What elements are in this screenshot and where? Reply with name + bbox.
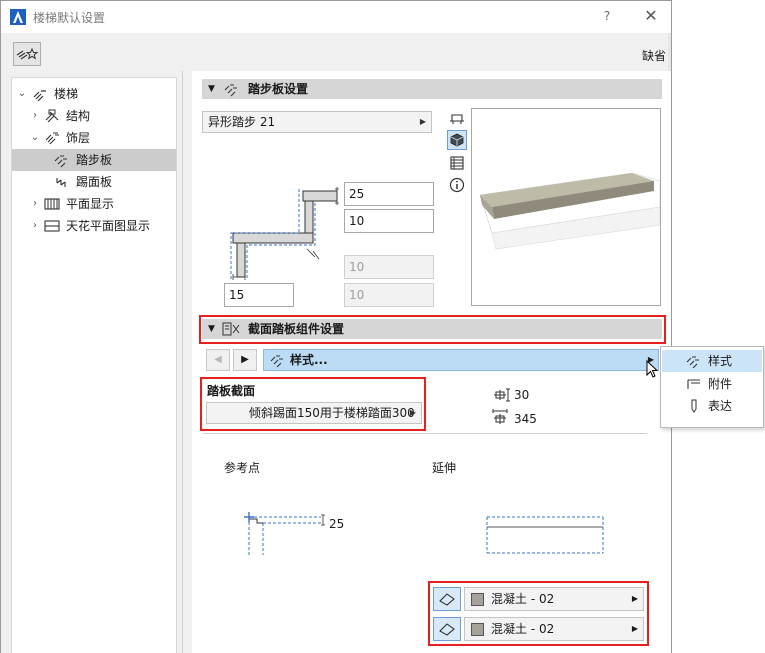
style-popup-menu: 样式 附件 表达	[660, 346, 764, 428]
archicad-app-icon	[10, 9, 26, 25]
tree-item-label: 结构	[66, 109, 91, 123]
reference-point-label: 参考点	[224, 461, 261, 475]
sketch-dimension-value: 25	[329, 517, 345, 531]
tread-nosing-field[interactable]: 10	[344, 209, 434, 233]
next-button[interactable]: ▶	[233, 349, 257, 371]
collapse-triangle-icon[interactable]: ▼	[208, 79, 215, 99]
tree-item-label: 踏步板	[76, 153, 113, 167]
default-label: 缺省	[642, 49, 667, 63]
tree-item-label: 踢面板	[76, 175, 113, 189]
chevron-right-icon[interactable]: ›	[30, 105, 40, 127]
style-icon	[270, 355, 283, 367]
profile-height-value: 30	[514, 388, 530, 402]
width-dimension-icon	[492, 409, 508, 424]
finish-icon	[45, 132, 59, 145]
tread-icon	[54, 155, 67, 168]
style-label: 样式...	[290, 353, 328, 367]
tree-item-stair[interactable]: ⌄ 楼梯	[12, 83, 176, 105]
menu-item-style[interactable]: 样式	[662, 350, 762, 372]
previous-button[interactable]: ◀	[206, 349, 230, 371]
tree-item-label: 楼梯	[54, 87, 79, 101]
profile-width-value: 345	[514, 412, 537, 426]
tread-width-field[interactable]: 15	[224, 283, 294, 307]
3d-preview[interactable]	[471, 108, 661, 306]
riser-icon	[56, 178, 66, 187]
chevron-right-icon[interactable]: ›	[30, 193, 40, 215]
menu-item-label: 附件	[708, 377, 733, 391]
menu-item-attachment[interactable]: 附件	[662, 373, 762, 395]
ceiling-plan-icon	[44, 220, 60, 232]
info-icon[interactable]	[449, 177, 465, 193]
dialog-window: 楼梯默认设置 ? ✕ 缺省 ⌄ 楼梯 › 结构 ⌄ 饰层 踏步板 踢面板 › 平…	[0, 0, 672, 653]
reference-point-diagram	[244, 512, 325, 555]
menu-item-representation[interactable]: 表达	[662, 395, 762, 417]
extend-diagram	[486, 516, 604, 554]
pencil-icon	[691, 399, 697, 413]
disabled-offset-field-b: 10	[344, 283, 434, 307]
chevron-down-icon[interactable]: ⌄	[17, 83, 27, 105]
favorites-icon	[16, 47, 39, 60]
tree-item-tread[interactable]: 踏步板	[12, 149, 176, 171]
tree-item-label: 饰层	[66, 131, 91, 145]
tread-type-value: 异形踏步 21	[208, 115, 276, 129]
panel-splitter[interactable]	[182, 71, 183, 653]
tree-item-floor-plan[interactable]: › 平面显示	[12, 193, 176, 215]
disabled-offset-field-a: 10	[344, 255, 434, 279]
mouse-cursor-icon	[646, 360, 659, 378]
chevron-right-icon[interactable]: ›	[30, 215, 40, 237]
tread-settings-header[interactable]: ▼ 踏步板设置	[202, 79, 662, 99]
title-bar: 楼梯默认设置 ? ✕	[1, 1, 671, 33]
tread-icon	[224, 84, 237, 97]
attachment-icon	[687, 379, 700, 389]
window-title: 楼梯默认设置	[33, 11, 106, 25]
tree-item-riser[interactable]: 踢面板	[12, 171, 176, 193]
tree-item-label: 平面显示	[66, 197, 115, 211]
tree-item-ceiling-plan[interactable]: › 天花平面图显示	[12, 215, 176, 237]
extend-label: 延伸	[432, 461, 457, 475]
cube-icon	[450, 133, 464, 147]
3d-view-button[interactable]	[447, 130, 467, 150]
floor-plan-icon	[44, 198, 60, 210]
stair-icon	[33, 90, 46, 102]
style-selector[interactable]: 样式... ▶	[263, 349, 659, 371]
chevron-down-icon[interactable]: ⌄	[30, 127, 40, 149]
tread-profile-diagram	[230, 187, 339, 280]
separator	[203, 433, 647, 434]
settings-tree: ⌄ 楼梯 › 结构 ⌄ 饰层 踏步板 踢面板 › 平面显示 › 天花平面图显示	[11, 77, 177, 653]
highlight-materials	[428, 581, 649, 646]
highlight-profile-dropdown	[200, 377, 426, 431]
section-view-icon[interactable]	[449, 155, 465, 171]
style-icon	[686, 356, 699, 368]
close-button[interactable]: ✕	[641, 6, 661, 26]
structure-icon	[45, 109, 59, 123]
tread-3d-render	[479, 172, 661, 250]
plan-view-icon[interactable]	[449, 111, 465, 127]
menu-item-label: 表达	[708, 399, 733, 413]
section-title: 踏步板设置	[248, 82, 309, 96]
tree-item-structure[interactable]: › 结构	[12, 105, 176, 127]
highlight-profile-header	[199, 315, 666, 344]
favorites-button[interactable]	[13, 42, 41, 66]
tree-item-finish[interactable]: ⌄ 饰层	[12, 127, 176, 149]
menu-item-label: 样式	[708, 354, 733, 368]
tread-type-dropdown[interactable]: 异形踏步 21 ▶	[202, 111, 432, 133]
tree-item-label: 天花平面图显示	[66, 219, 151, 233]
tread-thickness-field[interactable]: 25	[344, 182, 434, 206]
chevron-right-icon: ▶	[419, 117, 426, 126]
height-dimension-icon	[494, 388, 510, 402]
help-button[interactable]: ?	[597, 6, 617, 26]
